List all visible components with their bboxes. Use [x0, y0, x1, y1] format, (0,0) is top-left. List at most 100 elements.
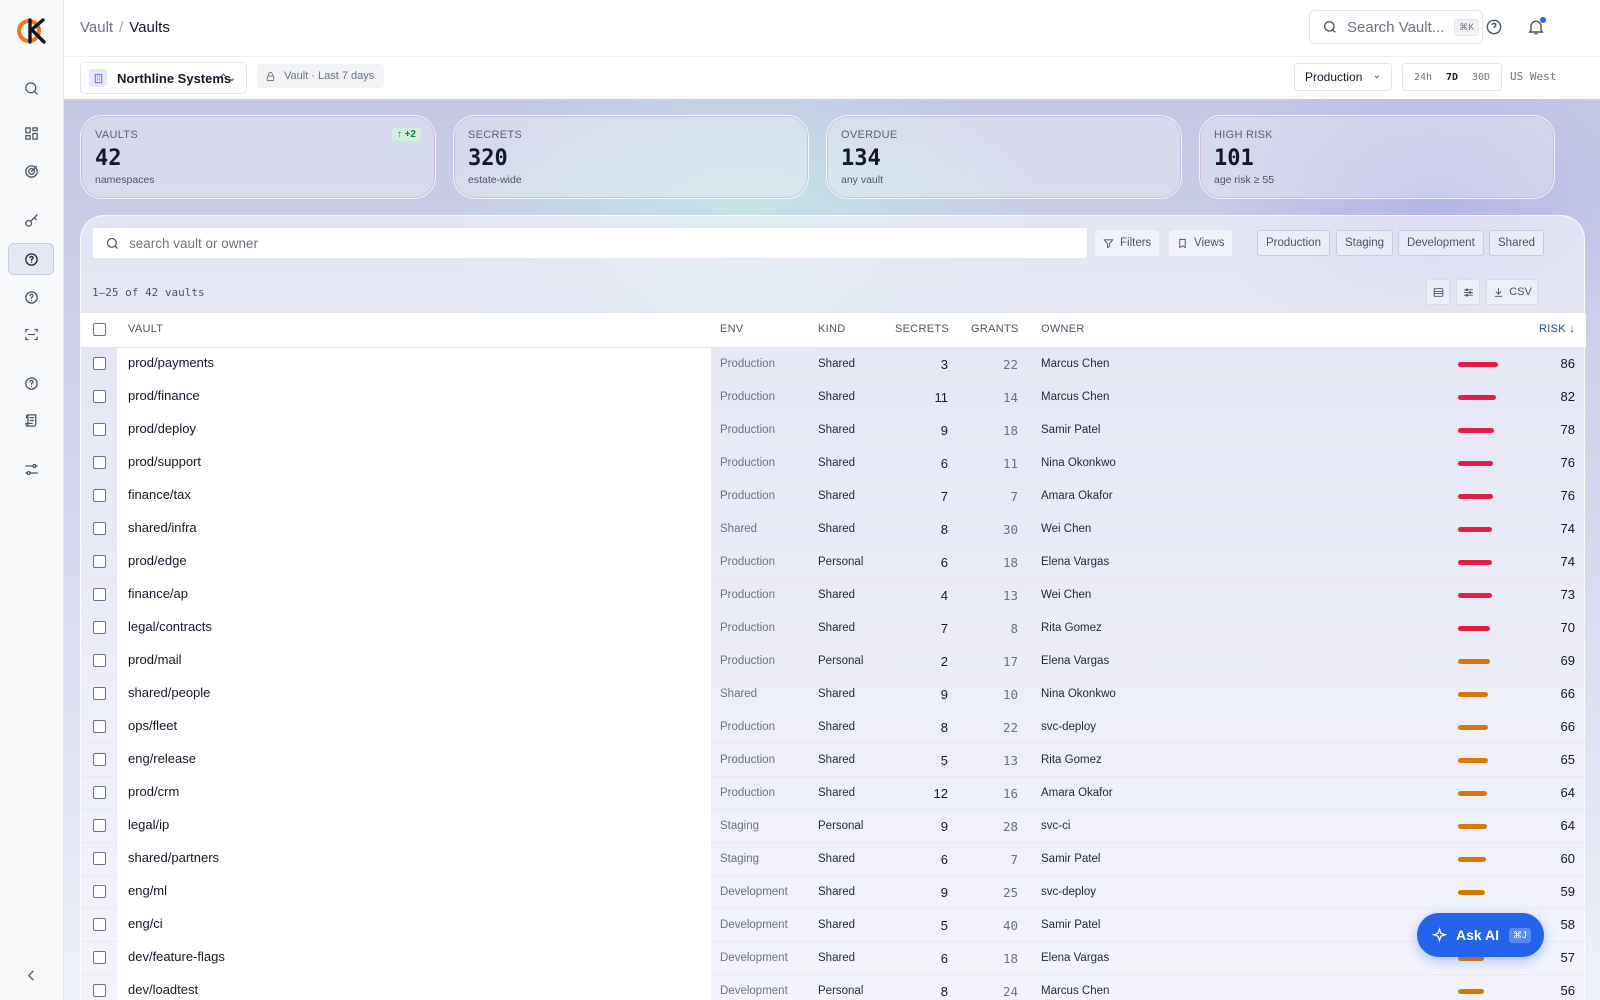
table-row[interactable]: legal/contracts Production Shared 7 8 Rita Go…	[81, 612, 1586, 645]
table-row[interactable]: prod/deploy Production Shared 9 18 Samir Pate…	[81, 414, 1586, 447]
dashboard-icon[interactable]	[8, 117, 54, 149]
csv-export-button[interactable]: CSV	[1486, 279, 1538, 305]
row-checkbox[interactable]	[93, 753, 106, 766]
help-icon[interactable]	[8, 281, 54, 313]
vault-name[interactable]: prod/deploy	[117, 414, 711, 447]
density-icon[interactable]	[1426, 279, 1450, 305]
row-checkbox[interactable]	[93, 588, 106, 601]
vault-name[interactable]: prod/finance	[117, 381, 711, 414]
scan-icon[interactable]	[8, 318, 54, 350]
table-row[interactable]: dev/loadtest Development Personal 8 24 Marcus…	[81, 975, 1586, 1000]
row-checkbox[interactable]	[93, 621, 106, 634]
vault-name[interactable]: prod/support	[117, 447, 711, 480]
vault-name[interactable]: eng/ci	[117, 909, 711, 942]
table-row[interactable]: legal/ip Staging Personal 9 28 svc-ci 64	[81, 810, 1586, 843]
vault-name[interactable]: shared/people	[117, 678, 711, 711]
column-header-owner[interactable]: OWNER	[1041, 313, 1085, 346]
select-all-checkbox[interactable]	[93, 323, 106, 336]
table-row[interactable]: eng/ci Development Shared 5 40 Samir Patel 58	[81, 909, 1586, 942]
table-row[interactable]: finance/tax Production Shared 7 7 Amara Okafo…	[81, 480, 1586, 513]
row-checkbox[interactable]	[93, 555, 106, 568]
row-checkbox[interactable]	[93, 489, 106, 502]
row-checkbox[interactable]	[93, 819, 106, 832]
table-row[interactable]: shared/people Shared Shared 9 10 Nina Okonkwo…	[81, 678, 1586, 711]
vault-name[interactable]: legal/contracts	[117, 612, 711, 645]
key-icon[interactable]	[8, 204, 54, 236]
column-header-risk[interactable]: RISK ↓	[1539, 313, 1575, 346]
vault-name[interactable]: eng/release	[117, 744, 711, 777]
column-header-kind[interactable]: KIND	[818, 313, 845, 346]
range-30d[interactable]: 30D	[1472, 72, 1490, 83]
vault-name[interactable]: finance/tax	[117, 480, 711, 513]
target-icon[interactable]	[8, 155, 54, 187]
vault-name[interactable]: dev/feature-flags	[117, 942, 711, 975]
chip-staging[interactable]: Staging	[1336, 230, 1394, 256]
vault-name[interactable]: prod/payments	[117, 348, 711, 381]
views-button[interactable]: Views	[1169, 230, 1233, 256]
range-24h[interactable]: 24h	[1414, 72, 1432, 83]
table-row[interactable]: prod/finance Production Shared 11 14 Marcus C…	[81, 381, 1586, 414]
table-row[interactable]: eng/ml Development Shared 9 25 svc-deploy 59	[81, 876, 1586, 909]
row-checkbox[interactable]	[93, 786, 106, 799]
row-checkbox[interactable]	[93, 852, 106, 865]
scroll-icon[interactable]	[8, 404, 54, 436]
row-checkbox[interactable]	[93, 423, 106, 436]
range-7d[interactable]: 7D	[1446, 72, 1458, 83]
row-checkbox[interactable]	[93, 654, 106, 667]
ask-ai-button[interactable]: Ask AI ⌘J	[1417, 913, 1544, 957]
table-row[interactable]: prod/mail Production Personal 2 17 Elena Varg…	[81, 645, 1586, 678]
table-row[interactable]: prod/edge Production Personal 6 18 Elena Varg…	[81, 546, 1586, 579]
table-row[interactable]: shared/partners Staging Shared 6 7 Samir Pate…	[81, 843, 1586, 876]
vault-name[interactable]: dev/loadtest	[117, 975, 711, 1000]
row-checkbox[interactable]	[93, 357, 106, 370]
row-checkbox[interactable]	[93, 390, 106, 403]
vault-name[interactable]: legal/ip	[117, 810, 711, 843]
column-header-env[interactable]: ENV	[720, 313, 744, 346]
table-row[interactable]: ops/fleet Production Shared 8 22 svc-deploy 66	[81, 711, 1586, 744]
global-search[interactable]: Search Vault... ⌘K	[1309, 10, 1483, 44]
vault-name[interactable]: prod/edge	[117, 546, 711, 579]
chip-development[interactable]: Development	[1398, 230, 1484, 256]
table-row[interactable]: prod/payments Production Shared 3 22 Marcus C…	[81, 348, 1586, 381]
collapse-sidebar-icon[interactable]	[8, 959, 54, 991]
notifications-bell-icon[interactable]	[1526, 17, 1546, 37]
table-row[interactable]: prod/support Production Shared 6 11 Nina Okon…	[81, 447, 1586, 480]
vault-name[interactable]: shared/infra	[117, 513, 711, 546]
table-row[interactable]: shared/infra Shared Shared 8 30 Wei Chen 74	[81, 513, 1586, 546]
filters-button[interactable]: Filters	[1095, 230, 1160, 256]
org-switcher[interactable]: Northline Systems ⌃⌄	[80, 62, 247, 94]
search-icon[interactable]	[8, 72, 54, 104]
table-search-input[interactable]: search vault or owner	[92, 227, 1088, 259]
vault-name[interactable]: eng/ml	[117, 876, 711, 909]
breadcrumb-root[interactable]: Vault	[80, 19, 113, 36]
app-logo[interactable]	[16, 16, 48, 46]
row-checkbox[interactable]	[93, 918, 106, 931]
row-checkbox[interactable]	[93, 984, 106, 997]
row-checkbox[interactable]	[93, 951, 106, 964]
row-checkbox[interactable]	[93, 522, 106, 535]
table-row[interactable]: dev/feature-flags Development Shared 6 18 Ele…	[81, 942, 1586, 975]
vault-name[interactable]: finance/ap	[117, 579, 711, 612]
table-row[interactable]: prod/crm Production Shared 12 16 Amara Okafor…	[81, 777, 1586, 810]
environment-select[interactable]: Production ⌄	[1294, 63, 1392, 91]
column-header-secrets[interactable]: SECRETS	[895, 313, 949, 346]
column-header-vault[interactable]: VAULT	[128, 313, 163, 346]
row-checkbox[interactable]	[93, 885, 106, 898]
vaults-nav-icon[interactable]	[8, 243, 54, 275]
column-header-grants[interactable]: GRANTS	[971, 313, 1019, 346]
vault-name[interactable]: prod/mail	[117, 645, 711, 678]
vault-name[interactable]: shared/partners	[117, 843, 711, 876]
row-checkbox[interactable]	[93, 687, 106, 700]
columns-settings-icon[interactable]	[1456, 279, 1480, 305]
vault-name[interactable]: ops/fleet	[117, 711, 711, 744]
chip-shared[interactable]: Shared	[1489, 230, 1545, 256]
vault-name[interactable]: prod/crm	[117, 777, 711, 810]
settings-sliders-icon[interactable]	[8, 453, 54, 485]
row-checkbox[interactable]	[93, 720, 106, 733]
table-row[interactable]: eng/release Production Shared 5 13 Rita Gomez…	[81, 744, 1586, 777]
chip-production[interactable]: Production	[1257, 230, 1330, 256]
help-icon[interactable]	[1484, 17, 1504, 37]
help-circle-icon[interactable]	[8, 367, 54, 399]
table-row[interactable]: finance/ap Production Shared 4 13 Wei Chen 73	[81, 579, 1586, 612]
row-checkbox[interactable]	[93, 456, 106, 469]
